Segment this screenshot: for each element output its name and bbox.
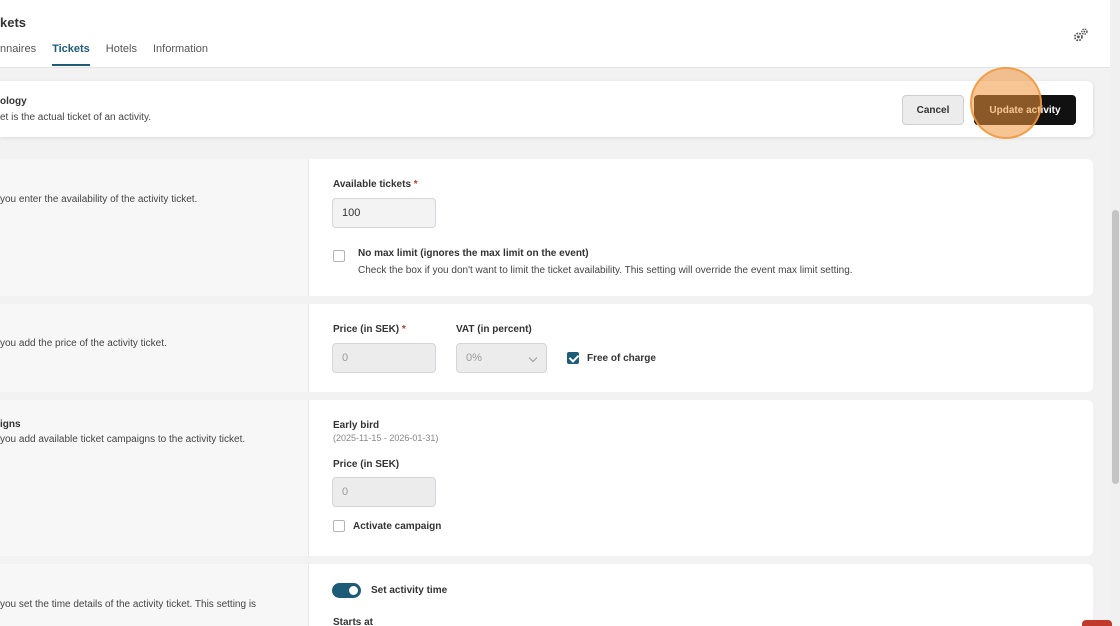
free-of-charge-label: Free of charge bbox=[587, 353, 656, 364]
page-header: kets nnaires Tickets Hotels Information bbox=[0, 0, 1112, 68]
free-of-charge-checkbox[interactable] bbox=[567, 352, 579, 364]
vat-label: VAT (in percent) bbox=[456, 324, 532, 335]
no-max-limit-help: Check the box if you don't want to limit… bbox=[358, 265, 853, 276]
action-bar: ology et is the actual ticket of an acti… bbox=[0, 81, 1093, 137]
scrollbar-thumb[interactable] bbox=[1112, 210, 1119, 484]
help-widget-tab[interactable] bbox=[1082, 620, 1112, 626]
activate-campaign-label: Activate campaign bbox=[353, 521, 442, 532]
page-title: kets bbox=[0, 15, 27, 30]
time-description: you set the time details of the activity… bbox=[0, 599, 257, 610]
action-bar-title: ology bbox=[0, 96, 27, 107]
set-activity-time-label: Set activity time bbox=[371, 585, 448, 596]
set-activity-time-toggle[interactable] bbox=[332, 583, 361, 598]
tab-questionnaires[interactable]: nnaires bbox=[0, 43, 36, 66]
page: kets nnaires Tickets Hotels Information … bbox=[0, 0, 1120, 626]
campaign-dates: (2025-11-15 - 2026-01-31) bbox=[333, 433, 439, 443]
no-max-limit-checkbox[interactable] bbox=[333, 250, 345, 262]
availability-section: you enter the availability of the activi… bbox=[0, 159, 1093, 296]
vat-select[interactable]: 0% bbox=[456, 343, 547, 373]
available-tickets-input[interactable]: 100 bbox=[332, 198, 436, 228]
availability-description: you enter the availability of the activi… bbox=[0, 194, 198, 205]
chevron-down-icon bbox=[528, 353, 538, 363]
starts-at-label: Starts at bbox=[333, 617, 374, 626]
action-bar-subtitle: et is the actual ticket of an activity. bbox=[0, 112, 151, 123]
tab-information[interactable]: Information bbox=[153, 43, 208, 66]
campaigns-section: igns you add available ticket campaigns … bbox=[0, 400, 1093, 556]
section-sidebar bbox=[0, 400, 309, 556]
price-description: you add the price of the activity ticket… bbox=[0, 338, 167, 349]
section-sidebar bbox=[0, 564, 309, 626]
campaigns-description: you add available ticket campaigns to th… bbox=[0, 434, 246, 445]
tab-hotels[interactable]: Hotels bbox=[106, 43, 137, 66]
vat-select-value: 0% bbox=[466, 352, 482, 364]
no-max-limit-label: No max limit (ignores the max limit on t… bbox=[358, 248, 589, 259]
time-section: you set the time details of the activity… bbox=[0, 564, 1093, 626]
price-input[interactable]: 0 bbox=[332, 343, 436, 373]
price-section: you add the price of the activity ticket… bbox=[0, 304, 1093, 392]
activate-campaign-checkbox[interactable] bbox=[333, 520, 345, 532]
price-label: Price (in SEK) * bbox=[333, 324, 406, 335]
campaign-price-input[interactable]: 0 bbox=[332, 477, 436, 507]
gears-icon[interactable] bbox=[1072, 27, 1089, 44]
tab-tickets[interactable]: Tickets bbox=[52, 43, 90, 66]
campaigns-title: igns bbox=[0, 419, 21, 430]
section-sidebar bbox=[0, 159, 309, 296]
available-tickets-label: Available tickets * bbox=[333, 179, 418, 190]
tab-bar: nnaires Tickets Hotels Information bbox=[0, 43, 224, 66]
cancel-button[interactable]: Cancel bbox=[902, 95, 964, 125]
campaign-name: Early bird bbox=[333, 420, 380, 431]
campaign-price-label: Price (in SEK) bbox=[333, 459, 400, 470]
update-activity-button[interactable]: Update activity bbox=[974, 95, 1076, 125]
